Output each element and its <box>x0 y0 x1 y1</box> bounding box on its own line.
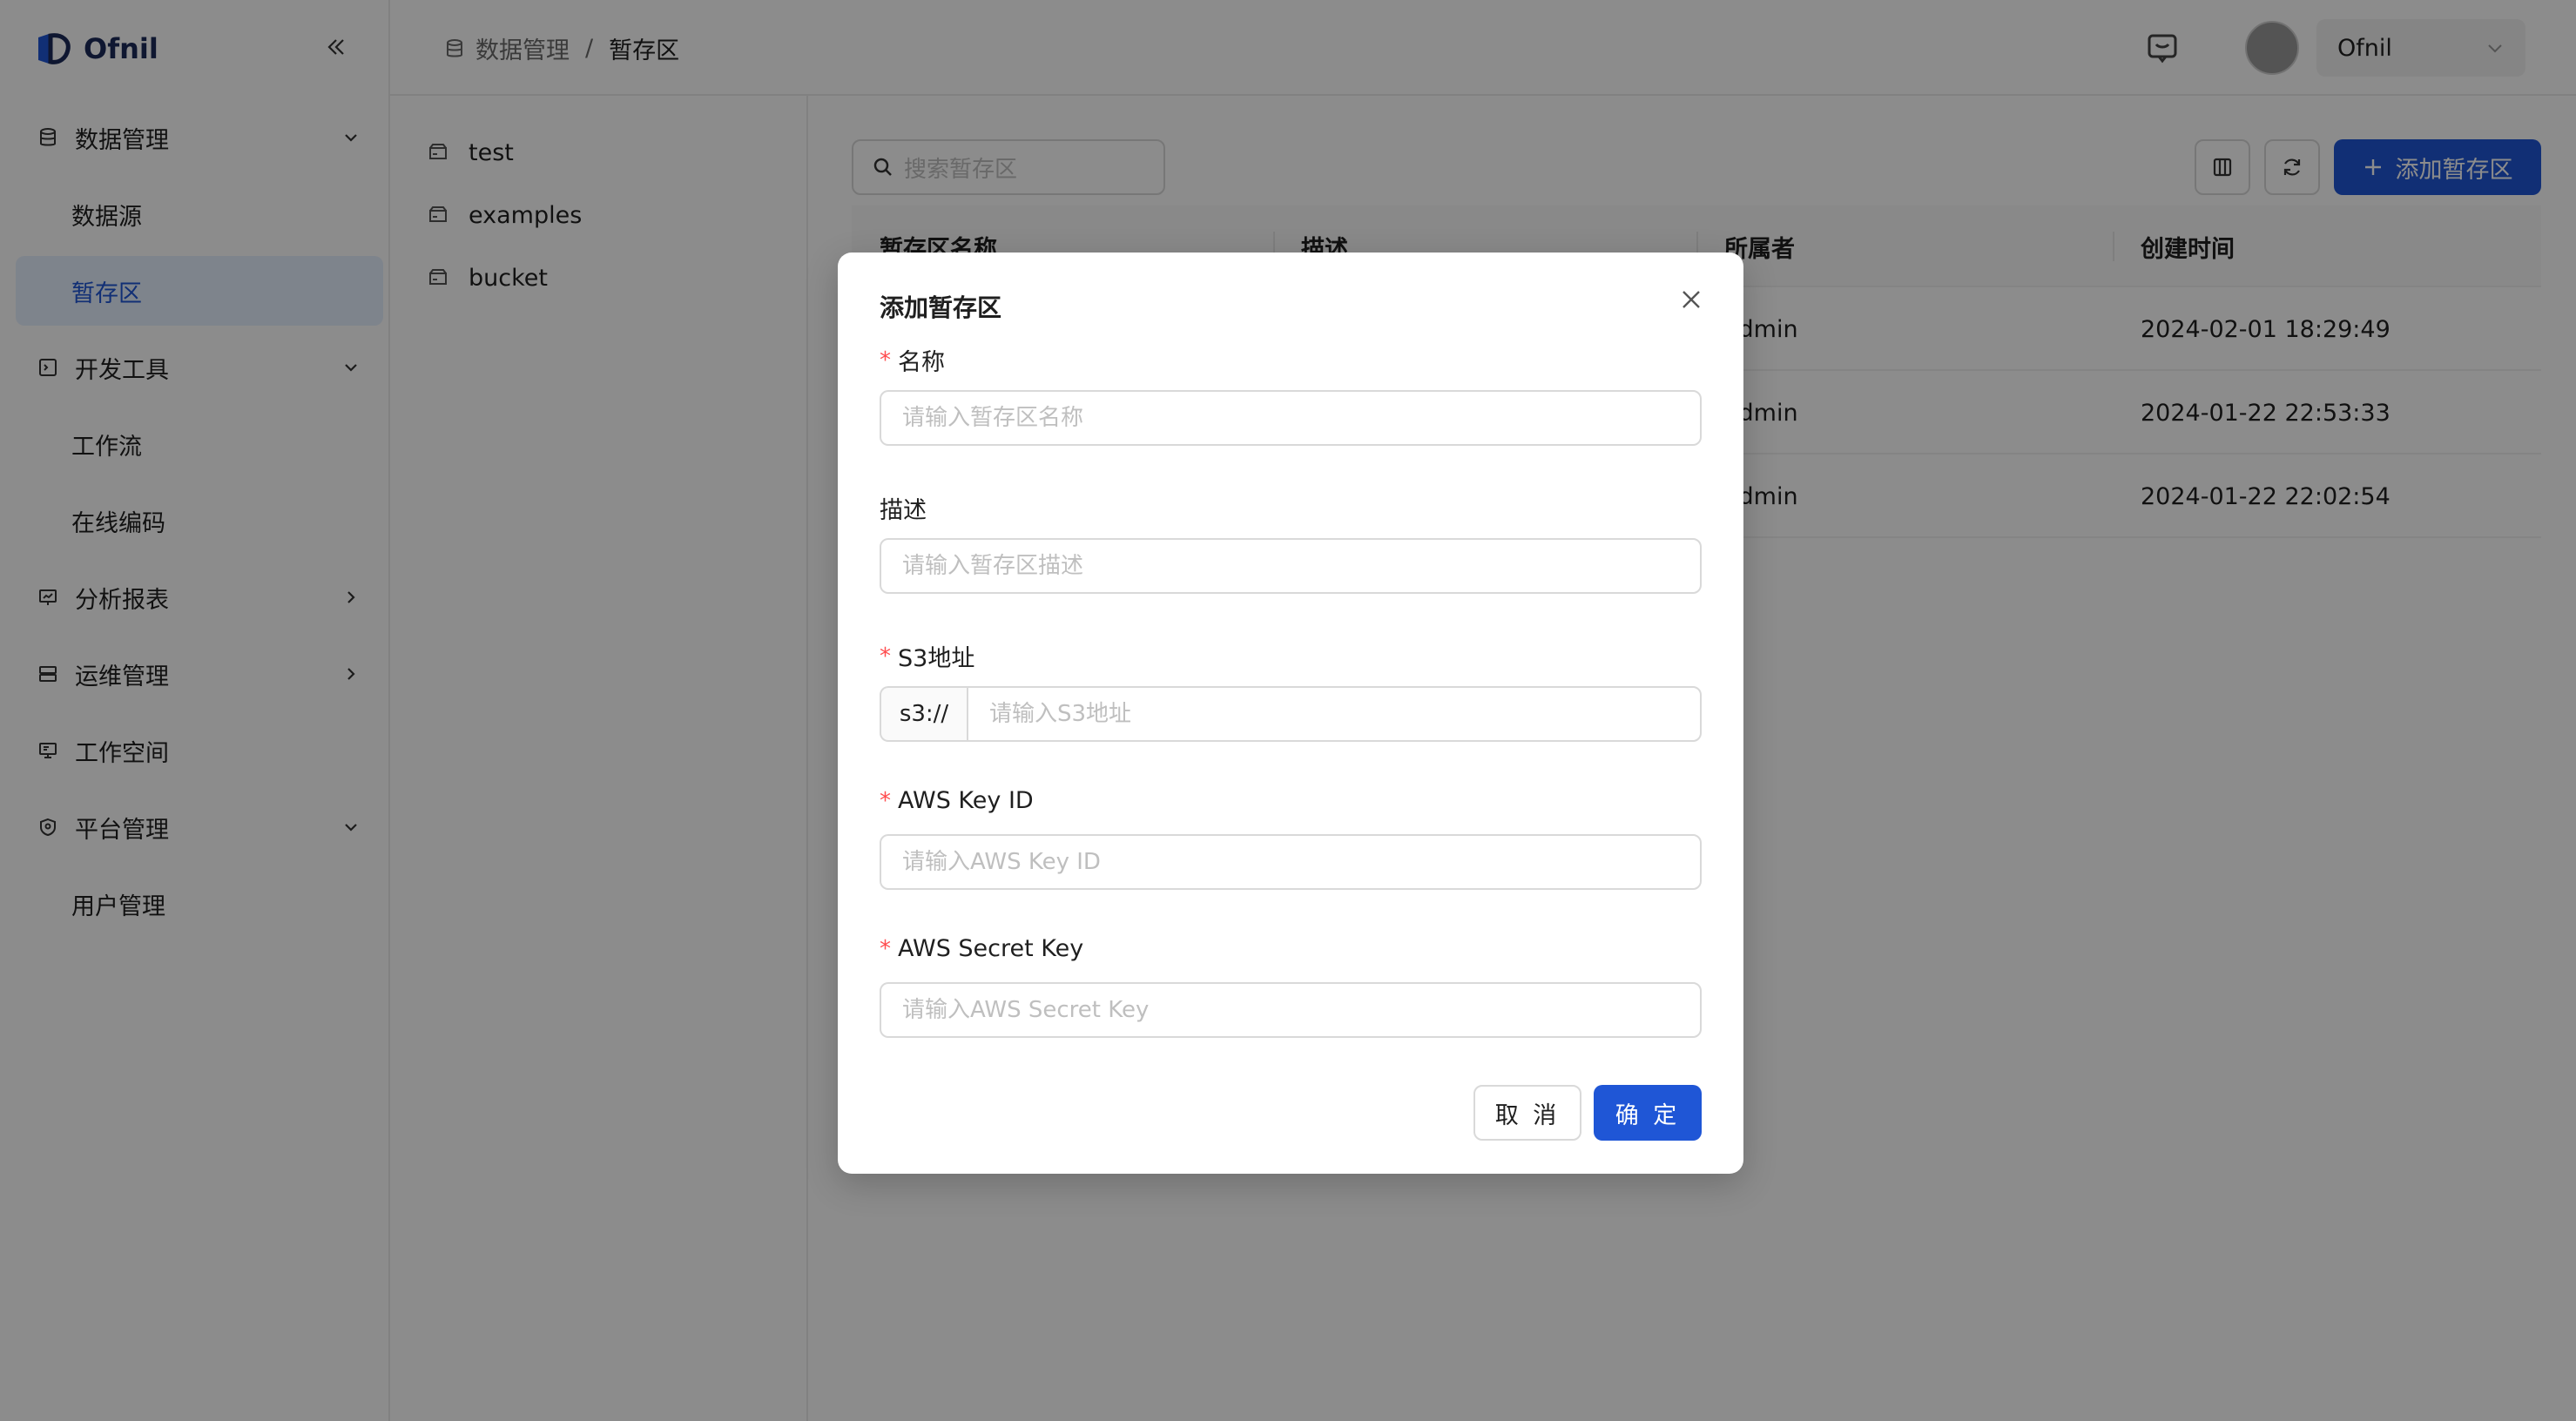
desc-label: 描述 <box>880 491 927 525</box>
s3-input[interactable] <box>967 686 1702 742</box>
close-icon <box>1682 291 1700 308</box>
required-mark: * <box>880 787 891 814</box>
s3-label: * S3地址 <box>880 639 974 673</box>
name-label: * 名称 <box>880 343 945 377</box>
desc-input[interactable] <box>880 538 1702 594</box>
s3-prefix: s3:// <box>880 686 967 742</box>
close-button[interactable] <box>1674 282 1709 317</box>
required-mark: * <box>880 347 891 374</box>
s3-input-group: s3:// <box>880 686 1702 742</box>
key-id-label: * AWS Key ID <box>880 787 1034 814</box>
add-staging-modal: 添加暂存区 * 名称 描述 * S3地址 s3:// * AWS Key ID <box>838 253 1743 1174</box>
confirm-button[interactable]: 确 定 <box>1594 1085 1702 1141</box>
name-label-text: 名称 <box>898 349 945 376</box>
required-mark: * <box>880 935 891 962</box>
secret-label-text: AWS Secret Key <box>898 935 1084 962</box>
app-root: Ofnil 数据管理 数据源 暂存区 开发工具 工作流 在线编码 分析报表 运维… <box>0 0 2576 1421</box>
cancel-button[interactable]: 取 消 <box>1473 1085 1581 1141</box>
s3-label-text: S3地址 <box>898 645 975 672</box>
modal-title: 添加暂存区 <box>880 293 1002 322</box>
name-input[interactable] <box>880 390 1702 446</box>
aws-secret-key-input[interactable] <box>880 982 1702 1038</box>
aws-key-id-input[interactable] <box>880 834 1702 890</box>
required-mark: * <box>880 643 891 670</box>
secret-label: * AWS Secret Key <box>880 935 1083 962</box>
key-id-label-text: AWS Key ID <box>898 787 1034 814</box>
desc-label-text: 描述 <box>880 497 927 524</box>
